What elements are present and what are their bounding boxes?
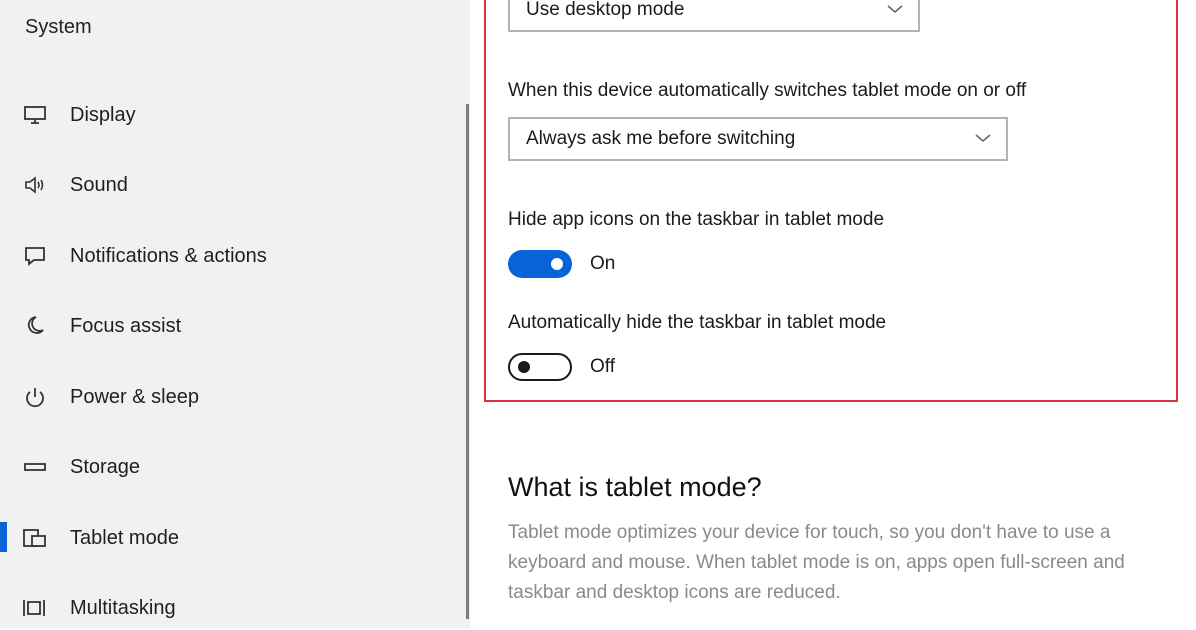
sidebar-item-storage[interactable]: Storage <box>0 445 470 489</box>
switch-behavior-select[interactable]: Always ask me before switching <box>508 117 1008 161</box>
hide-taskbar-toggle[interactable] <box>508 353 572 381</box>
hide-taskbar-state: Off <box>590 356 615 377</box>
sidebar-item-multitasking[interactable]: Multitasking <box>0 586 470 630</box>
sidebar-item-focus-assist[interactable]: Focus assist <box>0 304 470 348</box>
sidebar-title: System <box>25 16 92 38</box>
hide-app-icons-state: On <box>590 253 616 274</box>
power-icon <box>22 385 48 409</box>
tablet-mode-info-description: Tablet mode optimizes your device for to… <box>508 522 1125 603</box>
storage-icon <box>22 455 48 479</box>
speaker-icon <box>22 173 48 197</box>
sidebar-item-label: Sound <box>70 173 128 196</box>
select-value: Always ask me before switching <box>526 128 796 149</box>
moon-icon <box>22 314 48 338</box>
hide-app-icons-toggle[interactable] <box>508 250 572 278</box>
sidebar-item-label: Focus assist <box>70 314 182 337</box>
sidebar-item-label: Tablet mode <box>70 526 179 549</box>
sidebar-item-power-sleep[interactable]: Power & sleep <box>0 375 470 419</box>
sidebar-item-notifications[interactable]: Notifications & actions <box>0 234 470 278</box>
multitasking-icon <box>22 596 48 620</box>
switch-behavior-label: When this device automatically switches … <box>508 80 1027 101</box>
monitor-icon <box>22 103 48 127</box>
sidebar-item-display[interactable]: Display <box>0 93 470 137</box>
sidebar-item-label: Notifications & actions <box>70 244 267 267</box>
sidebar-item-label: Multitasking <box>70 596 176 619</box>
sidebar-item-label: Storage <box>70 455 141 478</box>
settings-sidebar: System Display Sound Notifications & act… <box>0 0 470 628</box>
sidebar-item-label: Power & sleep <box>70 385 199 408</box>
sidebar-item-sound[interactable]: Sound <box>0 163 470 207</box>
hide-taskbar-label: Automatically hide the taskbar in tablet… <box>508 312 887 333</box>
sidebar-scrollbar[interactable] <box>466 104 469 619</box>
tablet-mode-icon <box>22 526 48 550</box>
chevron-down-icon <box>886 2 904 20</box>
notification-icon <box>22 244 48 268</box>
select-value: Use desktop mode <box>526 0 685 20</box>
toggle-knob <box>518 360 530 373</box>
highlight-box <box>484 0 1178 402</box>
sidebar-item-tablet-mode[interactable]: Tablet mode <box>0 516 470 560</box>
tablet-mode-info-heading: What is tablet mode? <box>508 472 762 502</box>
signin-mode-select[interactable]: Use desktop mode <box>508 0 920 32</box>
chevron-down-icon <box>974 131 992 149</box>
hide-app-icons-label: Hide app icons on the taskbar in tablet … <box>508 209 885 230</box>
sidebar-item-label: Display <box>70 103 136 126</box>
toggle-knob <box>551 258 563 270</box>
